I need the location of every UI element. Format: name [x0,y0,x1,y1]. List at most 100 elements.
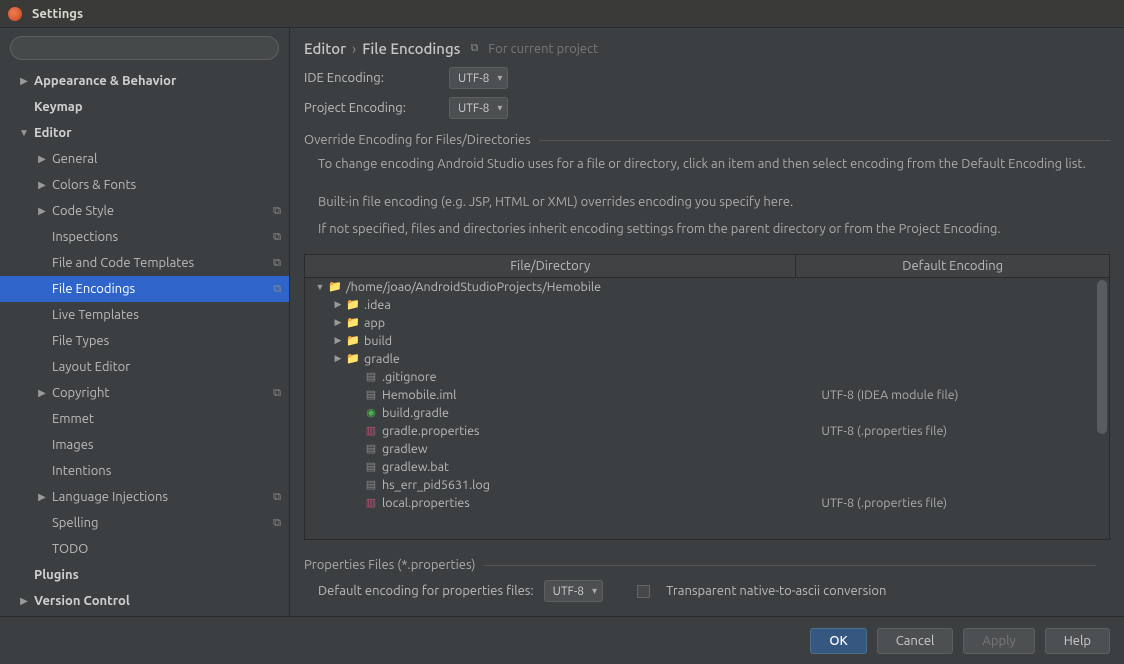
folder-icon: 📁 [346,352,360,366]
project-encoding-combo[interactable]: UTF-8 [449,97,508,119]
table-row[interactable]: ▤ hs_err_pid5631.log [305,476,1109,494]
sidebar-item-spelling[interactable]: Spelling⧉ [0,510,289,536]
sidebar-item-emmet[interactable]: Emmet [0,406,289,432]
table-row[interactable]: ▶📁gradle [305,350,1109,368]
table-row[interactable]: ▶📁app [305,314,1109,332]
folder-icon: 📁 [346,298,360,312]
file-icon: ▤ [364,442,378,456]
breadcrumb-leaf: File Encodings [362,40,460,57]
sidebar-item-code-style[interactable]: ▶Code Style⧉ [0,198,289,224]
sidebar-item-file-types[interactable]: File Types [0,328,289,354]
table-row[interactable]: ▤ gradlew [305,440,1109,458]
cancel-button[interactable]: Cancel [877,628,954,654]
sidebar-item-images[interactable]: Images [0,432,289,458]
chevron-icon: ▶ [333,353,343,364]
file-name: build.gradle [382,406,449,420]
search-input[interactable] [10,36,279,60]
sidebar-item-appearance-behavior[interactable]: ▶Appearance & Behavior [0,68,289,94]
table-row[interactable]: ▤ .gitignore [305,368,1109,386]
override-help-2: Built-in file encoding (e.g. JSP, HTML o… [290,189,1124,217]
folder-icon: 📁 [346,334,360,348]
file-name: gradlew.bat [382,460,449,474]
file-icon: ◉ [364,406,378,420]
sidebar-item-inspections[interactable]: Inspections⧉ [0,224,289,250]
file-icon: ▤ [364,460,378,474]
chevron-icon: ▼ [18,127,30,139]
file-icon: ▤ [364,478,378,492]
scope-badge-icon: ⧉ [470,42,478,55]
sidebar-item-todo[interactable]: TODO [0,536,289,562]
encoding-table: File/Directory Default Encoding ▼📁/home/… [304,254,1110,541]
col-default-encoding[interactable]: Default Encoding [796,255,1109,277]
folder-icon: 📁 [346,316,360,330]
chevron-right-icon: › [352,40,356,57]
file-icon: ▤ [364,370,378,384]
chevron-icon: ▶ [18,595,30,607]
ide-encoding-combo[interactable]: UTF-8 [449,67,508,89]
sidebar-item-copyright[interactable]: ▶Copyright⧉ [0,380,289,406]
file-name: .idea [364,298,391,312]
file-name: .gitignore [382,370,436,384]
sidebar-item-live-templates[interactable]: Live Templates [0,302,289,328]
table-row[interactable]: ▥ gradle.properties UTF-8 (.properties fil… [305,422,1109,440]
sidebar-item-plugins[interactable]: Plugins [0,562,289,588]
sidebar-item-general[interactable]: ▶General [0,146,289,172]
sidebar-item-version-control[interactable]: ▶Version Control [0,588,289,614]
sidebar-item-intentions[interactable]: Intentions [0,458,289,484]
breadcrumb-root: Editor [304,40,346,57]
table-row[interactable]: ▤ gradlew.bat [305,458,1109,476]
sidebar-item-file-and-code-templates[interactable]: File and Code Templates⧉ [0,250,289,276]
apply-button[interactable]: Apply [963,628,1034,654]
file-name: gradle.properties [382,424,479,438]
props-encoding-combo[interactable]: UTF-8 [544,580,603,602]
file-name: hs_err_pid5631.log [382,478,490,492]
table-body[interactable]: ▼📁/home/joao/AndroidStudioProjects/Hemob… [305,278,1109,540]
chevron-icon: ▶ [36,491,48,503]
chevron-icon: ▶ [36,205,48,217]
encoding-value: UTF-8 (.properties file) [811,424,1109,438]
window-title: Settings [32,7,83,21]
help-button[interactable]: Help [1045,628,1110,654]
table-row[interactable]: ▥local.propertiesUTF-8 (.properties file… [305,494,1109,512]
col-file-directory[interactable]: File/Directory [305,255,796,277]
scope-badge-icon: ⧉ [273,491,281,504]
scope-badge-icon: ⧉ [273,283,281,296]
table-row[interactable]: ▶📁build [305,332,1109,350]
table-row[interactable]: ▶📁.idea [305,296,1109,314]
scrollbar[interactable] [1097,280,1107,538]
project-encoding-label: Project Encoding: [304,101,439,115]
file-name: Hemobile.iml [382,388,456,402]
sidebar-item-layout-editor[interactable]: Layout Editor [0,354,289,380]
sidebar-item-keymap[interactable]: Keymap [0,94,289,120]
table-header: File/Directory Default Encoding [305,255,1109,278]
transparent-ascii-checkbox[interactable] [637,585,650,598]
encoding-value: UTF-8 (.properties file) [811,496,1109,510]
transparent-ascii-label: Transparent native-to-ascii conversion [666,584,886,598]
close-icon[interactable] [8,7,22,21]
ok-button[interactable]: OK [810,628,866,654]
file-name: build [364,334,392,348]
sidebar-item-language-injections[interactable]: ▶Language Injections⧉ [0,484,289,510]
scope-badge-icon: ⧉ [273,231,281,244]
encoding-value: UTF-8 (IDEA module file) [811,388,1109,402]
ide-encoding-label: IDE Encoding: [304,71,439,85]
scope-badge-icon: ⧉ [273,205,281,218]
override-help-1: To change encoding Android Studio uses f… [290,151,1124,179]
sidebar-item-file-encodings[interactable]: File Encodings⧉ [0,276,289,302]
sidebar-item-colors-fonts[interactable]: ▶Colors & Fonts [0,172,289,198]
table-row[interactable]: ▤ Hemobile.iml UTF-8 (IDEA module file) [305,386,1109,404]
chevron-icon: ▶ [36,387,48,399]
table-row[interactable]: ◉ build.gradle [305,404,1109,422]
dialog-buttons: OK Cancel Apply Help [0,616,1124,664]
chevron-icon: ▶ [18,75,30,87]
sidebar-item-editor[interactable]: ▼Editor [0,120,289,146]
file-icon: ▥ [364,424,378,438]
table-row[interactable]: ▼📁/home/joao/AndroidStudioProjects/Hemob… [305,278,1109,296]
chevron-icon: ▼ [315,282,325,292]
content-pane: Editor › File Encodings ⧉ For current pr… [290,28,1124,616]
scope-badge-icon: ⧉ [273,257,281,270]
breadcrumb-hint: For current project [488,42,598,56]
settings-tree[interactable]: ▶Appearance & BehaviorKeymap▼Editor▶Gene… [0,68,289,616]
file-icon: ▤ [364,388,378,402]
file-name: gradlew [382,442,428,456]
